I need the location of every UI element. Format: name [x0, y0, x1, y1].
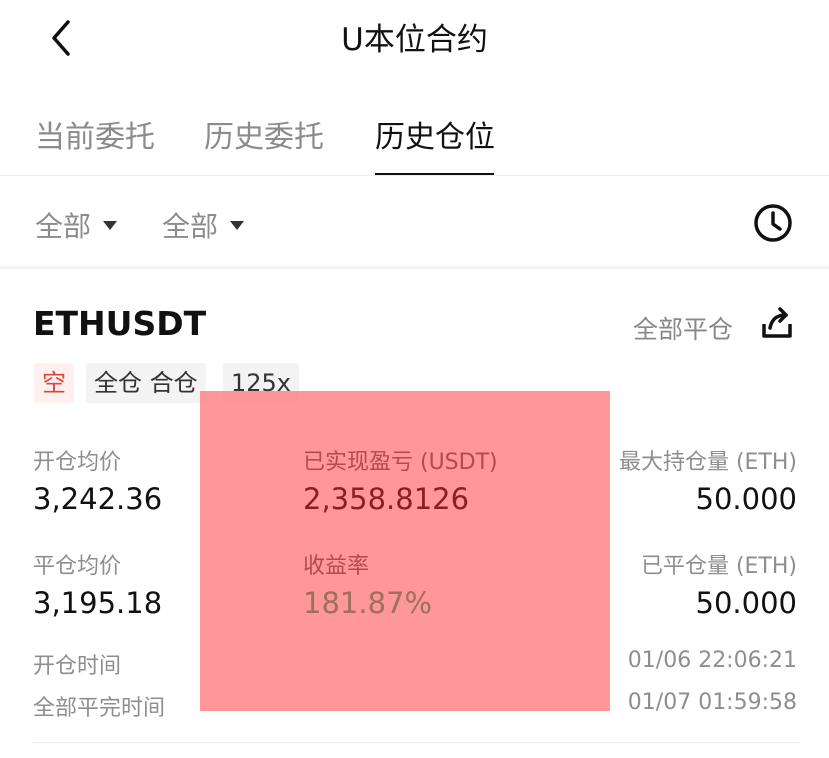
caret-down-icon: [103, 220, 118, 230]
close-time-label: 全部平完时间: [33, 696, 166, 721]
filter-dropdown-1[interactable]: 全部: [35, 205, 118, 245]
redaction-overlay: [200, 391, 610, 711]
section-divider: [0, 266, 829, 269]
clock-icon: [754, 204, 792, 242]
tab-position-history[interactable]: 历史仓位: [375, 112, 495, 156]
closed-qty-value: 50.000: [695, 586, 797, 620]
close-time-value: 01/07 01:59:58: [627, 690, 797, 715]
max-hold-value: 50.000: [695, 482, 797, 516]
card-bottom-divider: [33, 742, 799, 743]
tab-current-orders[interactable]: 当前委托: [35, 112, 155, 156]
close-all-button[interactable]: 全部平仓: [633, 310, 733, 346]
open-time-value: 01/06 22:06:21: [627, 648, 797, 673]
filter-dropdown-2[interactable]: 全部: [162, 205, 245, 245]
filter-label: 全部: [162, 210, 219, 243]
closed-qty-label: 已平仓量 (ETH): [640, 554, 797, 579]
page-title: U本位合约: [341, 22, 488, 58]
filter-label: 全部: [35, 210, 92, 243]
share-icon: [762, 307, 792, 338]
margin-mode-tag: 全仓 合仓: [86, 363, 206, 403]
history-button[interactable]: [752, 202, 794, 244]
side-tag: 空: [34, 363, 74, 403]
caret-down-icon: [230, 220, 245, 230]
share-button[interactable]: [758, 304, 796, 342]
realized-pnl-label: 已实现盈亏 (USDT): [303, 450, 498, 475]
yield-value: 181.87%: [303, 586, 433, 620]
open-time-label: 开仓时间: [33, 654, 122, 679]
symbol-name: ETHUSDT: [33, 304, 207, 343]
tabs-divider: [0, 175, 829, 176]
close-avg-label: 平仓均价: [33, 554, 122, 579]
open-avg-value: 3,242.36: [33, 482, 163, 516]
close-avg-value: 3,195.18: [33, 586, 163, 620]
max-hold-label: 最大持仓量 (ETH): [618, 450, 797, 475]
tab-order-history[interactable]: 历史委托: [204, 112, 324, 156]
yield-label: 收益率: [303, 554, 370, 579]
open-avg-label: 开仓均价: [33, 450, 122, 475]
realized-pnl-value: 2,358.8126: [303, 482, 470, 516]
